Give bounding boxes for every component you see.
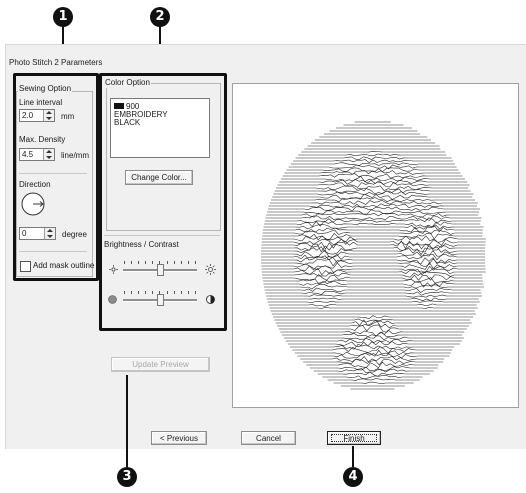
stitch-line [295,156,452,160]
stitch-line [284,169,461,175]
stitch-line [261,238,486,246]
stitch-line [277,181,470,188]
stitch-line [309,366,438,372]
stitch-line [268,203,477,209]
stitch-line [293,159,454,163]
cancel-button[interactable]: Cancel [241,431,296,445]
stitch-line [275,319,472,326]
stitch-line [266,212,479,218]
stitch-line [282,331,462,339]
stitch-line [267,300,480,304]
stitch-line [288,164,457,170]
stitch-line [262,271,483,278]
stitch-line [261,235,486,243]
stitch-line [264,284,484,290]
stitch-line [279,179,468,185]
stitch-line [265,215,482,221]
stitch-line [294,349,451,357]
stitch-line [290,162,455,167]
stitch-line [287,340,460,347]
stitch-line [286,167,459,173]
color-option-highlight [99,73,227,331]
previous-button[interactable]: < Previous [151,431,207,445]
stitch-line [266,297,479,302]
stitch-line [276,185,469,192]
stitch-line [274,318,471,323]
callout-2: 2 [150,7,170,27]
callout-1: 1 [53,7,73,27]
preview-pane [232,83,519,408]
stitch-line [327,378,420,381]
stitch-line [273,190,474,196]
stitch-line [262,274,483,281]
stitch-line [269,306,478,309]
stitch-line [322,375,423,379]
finish-button[interactable]: Finish [327,431,381,445]
stitch-line [271,197,475,203]
stitch-line [306,361,439,369]
stitch-line [262,229,483,235]
update-preview-button[interactable]: Update Preview [111,357,210,372]
stitch-line [285,337,462,344]
stitch-line [333,381,414,385]
stitch-line [274,188,471,195]
stitch-line [268,303,477,307]
stitch-preview-image [261,121,486,390]
stitch-line [265,290,482,296]
callout-4: 4 [343,467,363,487]
stitch-line [264,287,481,293]
stitch-line [290,343,454,350]
stitch-line [264,220,481,228]
callout-3-leader [126,375,128,467]
sewing-option-highlight [13,73,99,281]
stitch-line [283,334,464,341]
stitch-line [282,173,463,179]
callout-4-leader [352,446,354,467]
dialog-title: Photo Stitch 2 Parameters [9,58,103,67]
stitch-line [273,315,473,320]
stitch-line [301,150,446,153]
stitch-line [298,153,447,157]
callout-3: 3 [117,467,137,487]
stitch-line [269,199,478,205]
stitch-line [266,294,482,298]
stitch-line [317,371,430,377]
stitch-line [292,346,453,354]
stitch-line [263,224,484,230]
stitch-line [263,280,484,288]
focus-ring [331,434,377,442]
